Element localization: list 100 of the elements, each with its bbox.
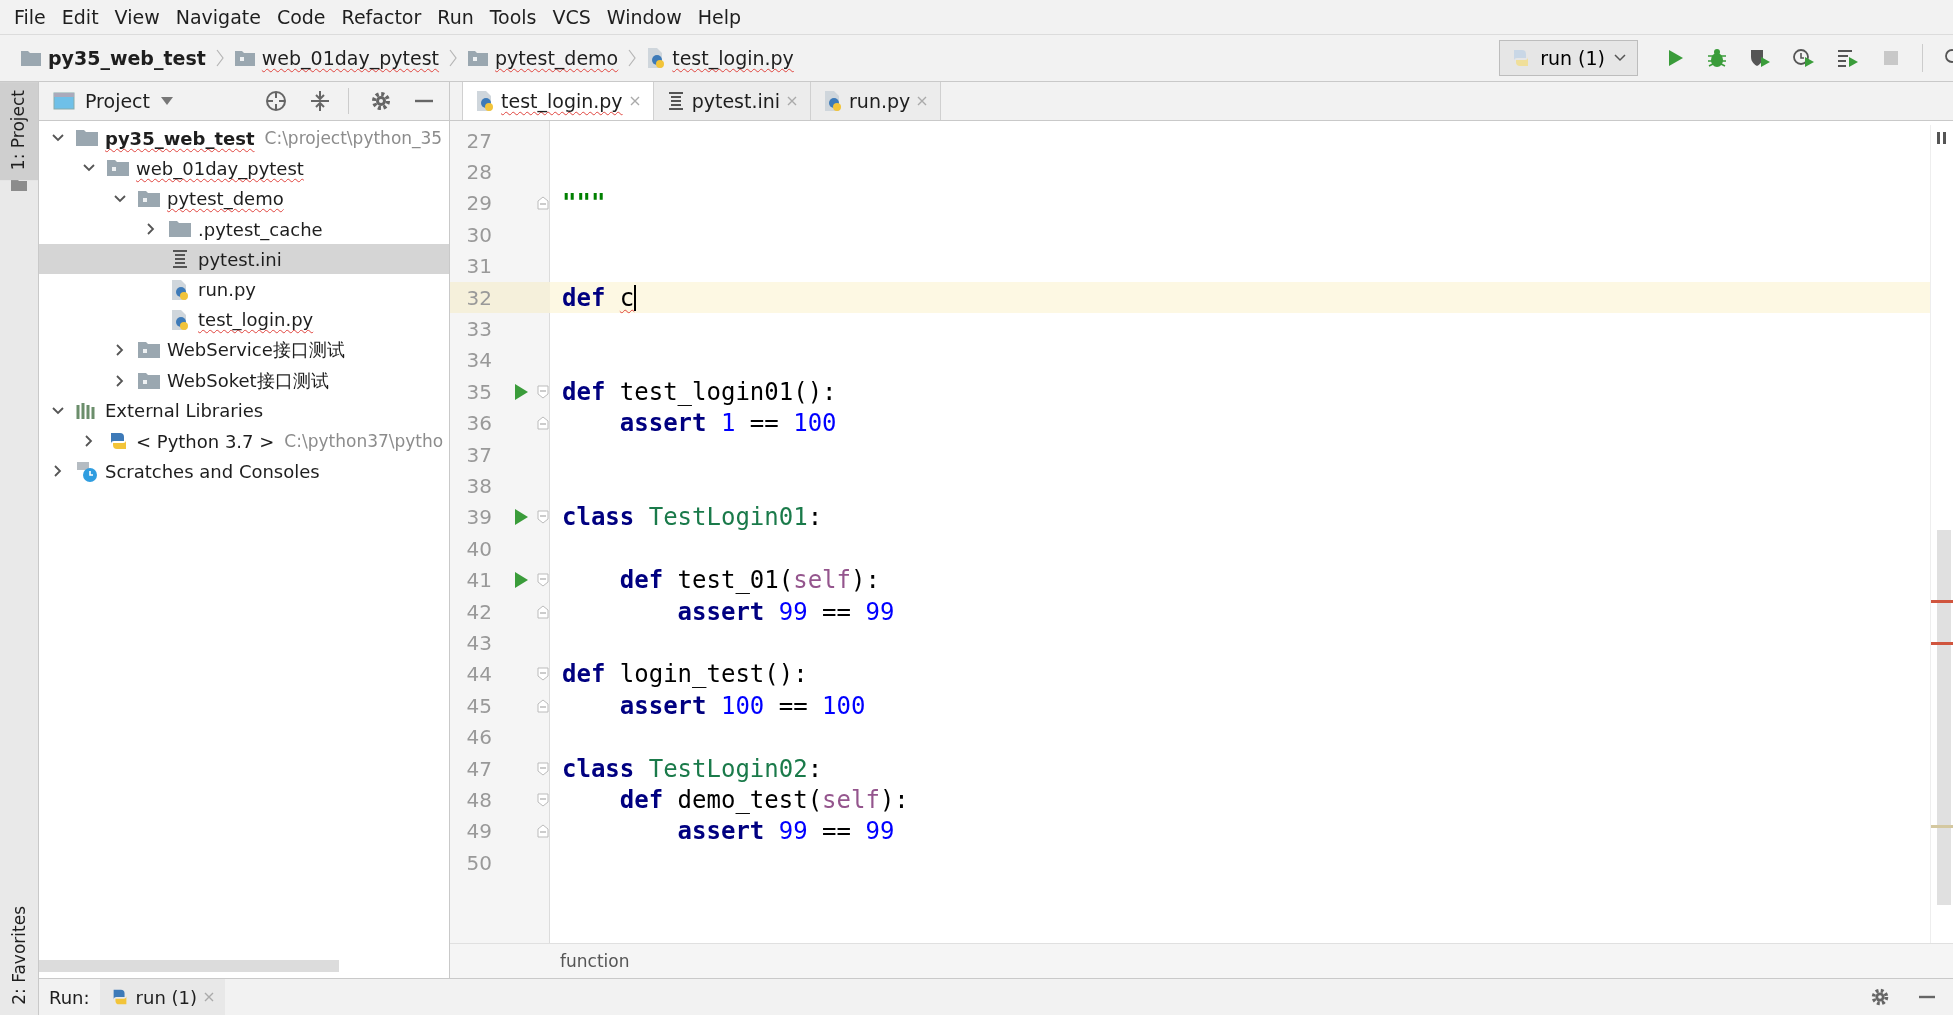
- tree-row[interactable]: run.py: [39, 274, 449, 305]
- menu-item[interactable]: Tools: [483, 6, 543, 28]
- dropdown-arrow-icon[interactable]: [160, 96, 174, 106]
- editor-tab[interactable]: pytest.ini: [653, 82, 812, 120]
- line-number: 28: [465, 160, 492, 185]
- code-line: def login_test():: [562, 660, 808, 689]
- folder-icon: [75, 128, 99, 149]
- breadcrumb[interactable]: pytest_demo: [495, 47, 619, 69]
- collapse-all-icon[interactable]: [308, 89, 332, 113]
- tree-item-label: test_login.py: [198, 309, 314, 331]
- code-line: class TestLogin01:: [562, 503, 823, 532]
- fold-marker-icon[interactable]: [537, 196, 549, 211]
- chevron-down-icon: [1613, 53, 1627, 63]
- scrollbar[interactable]: [1937, 530, 1951, 905]
- tree-row[interactable]: < Python 3.7 > C:\python37\pytho: [39, 425, 449, 457]
- pause-icon[interactable]: [1936, 131, 1948, 145]
- tree-row[interactable]: pytest.ini: [39, 244, 449, 275]
- fold-marker-icon[interactable]: [537, 384, 549, 399]
- code-line: assert 99 == 99: [676, 597, 895, 626]
- menu-item[interactable]: Edit: [55, 6, 105, 28]
- settings-icon[interactable]: [369, 89, 393, 113]
- tree-item-label: run.py: [198, 279, 257, 301]
- code-line: """: [562, 189, 606, 218]
- clock-run-icon[interactable]: [1792, 47, 1816, 69]
- run-panel-label: Run:: [49, 986, 90, 1008]
- run-tab[interactable]: run (1): [99, 979, 226, 1015]
- breadcrumb[interactable]: web_01day_pytest: [261, 47, 440, 69]
- line-number: 33: [465, 317, 492, 342]
- breadcrumb[interactable]: py35_web_test: [48, 47, 206, 69]
- tool-window-tab[interactable]: 2: Favorites: [1, 900, 37, 1015]
- code-line: assert 100 == 100: [618, 691, 866, 720]
- tree-item-label: < Python 3.7 >: [136, 430, 275, 452]
- path-hint: C:\python37\pytho: [284, 431, 444, 452]
- fold-marker-icon[interactable]: [537, 510, 549, 525]
- tree-item-label: WebService接口测试: [167, 338, 345, 363]
- python-file-icon: [475, 90, 495, 112]
- folder-icon: [106, 158, 130, 179]
- tree-row[interactable]: test_login.py: [39, 304, 449, 336]
- line-number: 45: [465, 693, 492, 718]
- shield-run-icon[interactable]: [1748, 47, 1772, 69]
- editor-tab[interactable]: run.py: [811, 82, 942, 120]
- menu-item[interactable]: Navigate: [169, 6, 267, 28]
- tree-item-label: WebSoket接口测试: [167, 368, 329, 393]
- list-run-icon[interactable]: [1836, 47, 1860, 69]
- close-icon[interactable]: [203, 991, 216, 1003]
- run-configuration-dropdown[interactable]: run (1): [1499, 40, 1638, 76]
- editor-tab[interactable]: test_login.py: [462, 82, 654, 120]
- path-hint: C:\project\python_35: [264, 128, 443, 149]
- fold-marker-icon[interactable]: [537, 824, 549, 839]
- close-icon[interactable]: [786, 95, 799, 107]
- line-number: 41: [465, 568, 492, 593]
- close-icon[interactable]: [628, 95, 641, 107]
- menu-item[interactable]: Window: [600, 6, 688, 28]
- menu-item[interactable]: View: [108, 6, 166, 28]
- panel-title[interactable]: Project: [85, 90, 150, 112]
- tree-row[interactable]: WebService接口测试: [39, 335, 449, 366]
- fold-marker-icon[interactable]: [537, 573, 549, 588]
- menu-item[interactable]: Code: [270, 6, 332, 28]
- menu-item[interactable]: Run: [431, 6, 480, 28]
- tree-item-label: pytest_demo: [167, 188, 284, 210]
- code-line: def demo_test(self):: [618, 785, 909, 814]
- fold-marker-icon[interactable]: [537, 792, 549, 807]
- line-number: 31: [465, 254, 492, 279]
- menu-item[interactable]: Refactor: [335, 6, 428, 28]
- run-icon[interactable]: [513, 571, 529, 590]
- python-file-icon: [823, 90, 844, 112]
- close-icon[interactable]: [916, 95, 929, 107]
- tree-row[interactable]: py35_web_test C:\project\python_35: [39, 123, 449, 154]
- tree-row[interactable]: pytest_demo: [39, 183, 449, 214]
- bug-icon[interactable]: [1706, 47, 1728, 69]
- settings-icon[interactable]: [1869, 986, 1891, 1008]
- fold-marker-icon[interactable]: [537, 698, 549, 713]
- scratches-icon: [75, 460, 99, 483]
- fold-marker-icon[interactable]: [537, 761, 549, 776]
- menu-item[interactable]: File: [8, 6, 52, 28]
- tree-row[interactable]: External Libraries: [39, 395, 449, 426]
- breadcrumb-status[interactable]: function: [560, 951, 630, 971]
- scrollbar[interactable]: [39, 960, 339, 972]
- crosshair-icon[interactable]: [264, 89, 288, 113]
- tree-row[interactable]: .pytest_cache: [39, 213, 449, 245]
- code-line: assert 99 == 99: [676, 817, 895, 846]
- menu-item[interactable]: VCS: [546, 6, 597, 28]
- tree-item-label: Scratches and Consoles: [105, 460, 320, 482]
- menu-item[interactable]: Help: [691, 6, 748, 28]
- fold-marker-icon[interactable]: [537, 604, 549, 619]
- breadcrumb[interactable]: test_login.py: [672, 47, 794, 69]
- run-icon[interactable]: [513, 382, 529, 401]
- fold-marker-icon[interactable]: [537, 667, 549, 682]
- code-line: def c: [562, 283, 637, 312]
- python-file-icon: [646, 47, 667, 69]
- tree-row[interactable]: Scratches and Consoles: [39, 456, 449, 487]
- fold-marker-icon[interactable]: [537, 416, 549, 431]
- run-icon[interactable]: [513, 508, 529, 527]
- line-number: 29: [465, 191, 492, 216]
- tree-item-label: pytest.ini: [198, 248, 282, 270]
- line-number: 38: [465, 474, 492, 498]
- tree-row[interactable]: WebSoket接口测试: [39, 365, 449, 396]
- line-number: 30: [465, 222, 492, 247]
- tool-window-tab[interactable]: 1: Project: [0, 82, 38, 181]
- tree-row[interactable]: web_01day_pytest: [39, 153, 449, 184]
